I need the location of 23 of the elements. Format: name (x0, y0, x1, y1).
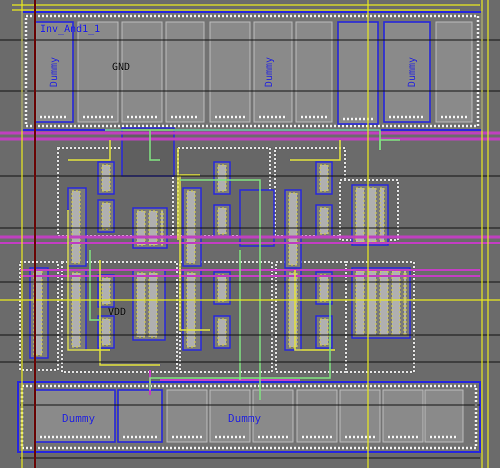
dummy-label: Dummy (407, 56, 418, 88)
transistor (97, 161, 115, 195)
dummy-label: Dummy (264, 56, 275, 88)
transistor (213, 161, 231, 195)
diffusion-cell (296, 390, 338, 442)
transistor (315, 315, 333, 349)
net-label: GND (112, 62, 130, 73)
transistor (315, 161, 333, 195)
dummy-label: Dummy (49, 56, 60, 88)
diffusion-cell (166, 390, 208, 442)
diffusion-cell (424, 390, 464, 442)
transistor (97, 199, 115, 233)
diffusion-cell (340, 390, 380, 442)
transistor (213, 315, 231, 349)
diffusion-cell (117, 389, 163, 443)
transistor (213, 204, 231, 238)
dummy-label: Dummy (228, 412, 262, 425)
diffusion-cell (382, 390, 424, 442)
transistor (315, 204, 333, 238)
net-label: VDD (108, 307, 126, 318)
transistor (97, 315, 115, 349)
dummy-label: Dummy (62, 412, 96, 425)
transistor (132, 269, 166, 341)
